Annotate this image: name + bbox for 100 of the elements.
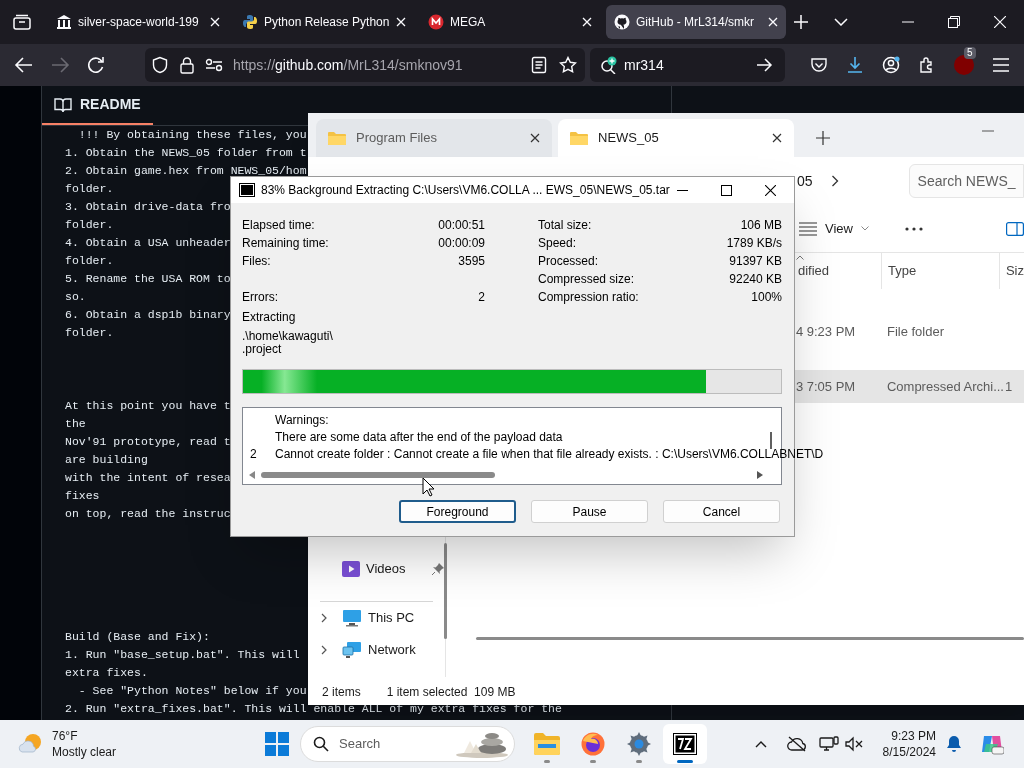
list-icon bbox=[799, 221, 817, 236]
browser-tab[interactable]: silver-space-world-199 bbox=[48, 5, 228, 39]
view-button[interactable]: View bbox=[799, 212, 869, 245]
status-text: 1 item selected 109 MB bbox=[386, 683, 516, 701]
weather-widget[interactable]: 76°F Mostly clear bbox=[0, 728, 240, 760]
readme-line: 4. Obtain a USA unheader bbox=[65, 235, 231, 251]
sidebar-item[interactable]: Videos bbox=[308, 553, 445, 585]
reader-view-icon[interactable] bbox=[531, 56, 547, 74]
weather-text: Mostly clear bbox=[52, 744, 116, 760]
python-icon bbox=[242, 14, 258, 30]
sidebar-item[interactable]: Network bbox=[308, 634, 445, 666]
log-text: There are some data after the end of the payload data bbox=[275, 428, 563, 446]
chevron-right-icon[interactable] bbox=[321, 645, 327, 655]
restore-icon[interactable] bbox=[948, 16, 960, 28]
close-icon[interactable] bbox=[530, 133, 540, 143]
column-header[interactable]: Type bbox=[880, 253, 999, 289]
path-text: .\home\kawaguti\ bbox=[242, 330, 334, 343]
stat-value: 92240 KB bbox=[729, 271, 782, 288]
dialog-button[interactable]: Pause bbox=[531, 500, 648, 523]
search-field[interactable]: Search NEWS_ bbox=[908, 164, 1024, 198]
readme-line: 6. Obtain a dsp1b binary bbox=[65, 307, 231, 323]
details-pane-icon[interactable] bbox=[1006, 221, 1024, 236]
readme-line: extra fixes. bbox=[65, 665, 148, 681]
tab-title: NEWS_05 bbox=[598, 129, 660, 148]
scrollbar-thumb[interactable] bbox=[475, 637, 1024, 640]
readme-line: 3. Obtain drive-data fro bbox=[65, 199, 231, 215]
row-number: 2 bbox=[250, 445, 257, 463]
scrollbar-thumb[interactable] bbox=[261, 472, 495, 478]
explorer-tab[interactable]: Program Files bbox=[316, 119, 552, 157]
table-cell-text: File folder bbox=[885, 322, 945, 341]
weather-icon bbox=[18, 732, 44, 756]
tab-title: Program Files bbox=[356, 129, 438, 148]
explorer-tab[interactable]: NEWS_05 bbox=[558, 119, 794, 157]
readme-line: folder. bbox=[65, 217, 114, 233]
pin-icon[interactable] bbox=[432, 563, 444, 575]
bookmark-star-icon[interactable] bbox=[559, 56, 577, 74]
status-text: Extracting bbox=[242, 309, 297, 326]
scroll-right-icon[interactable] bbox=[757, 471, 763, 479]
search-field[interactable]: mr314 bbox=[590, 48, 785, 82]
video-icon bbox=[342, 561, 360, 577]
chevron-right-icon[interactable] bbox=[321, 613, 327, 623]
close-icon[interactable] bbox=[772, 133, 782, 143]
readme-tab[interactable]: README bbox=[42, 86, 153, 125]
caret-icon bbox=[860, 226, 869, 231]
dialog-button[interactable]: Foreground bbox=[399, 500, 516, 523]
address-bar[interactable]: https://github.com/MrL314/smknov91 bbox=[145, 48, 585, 82]
running-indicator bbox=[636, 760, 642, 763]
taskbar-app[interactable] bbox=[663, 724, 707, 764]
table-cell-text: 3 7:05 PM bbox=[795, 377, 857, 396]
readme-line: fixes bbox=[65, 488, 100, 504]
folder-icon bbox=[328, 131, 346, 145]
browser-tab[interactable]: MEGA bbox=[420, 5, 600, 39]
sidebar-item[interactable]: This PC bbox=[308, 602, 445, 634]
download-icon[interactable] bbox=[846, 56, 864, 74]
search-field[interactable]: Search bbox=[300, 726, 515, 762]
stat-label: Remaining time: bbox=[242, 235, 329, 252]
readme-line: on top, read the instruc bbox=[65, 506, 231, 522]
browser-tab[interactable]: Python Release Python bbox=[234, 5, 414, 39]
stat-label: Files: bbox=[242, 253, 271, 270]
account-icon[interactable] bbox=[882, 56, 900, 74]
lock-icon[interactable] bbox=[179, 56, 195, 74]
sort-caret-icon[interactable] bbox=[795, 255, 804, 260]
gear-icon bbox=[627, 732, 651, 756]
speaker-muted-icon[interactable] bbox=[844, 736, 863, 752]
stat-value: 3595 bbox=[458, 253, 485, 270]
table-cell-text: 4 9:23 PM bbox=[795, 322, 857, 341]
scrollbar-thumb[interactable] bbox=[770, 432, 772, 449]
tab-list-icon[interactable] bbox=[13, 14, 31, 30]
scroll-left-icon[interactable] bbox=[249, 471, 255, 479]
menu-icon[interactable] bbox=[992, 58, 1010, 72]
stat-label: Compressed size: bbox=[538, 271, 635, 288]
go-arrow-icon[interactable] bbox=[757, 58, 773, 72]
log-text: Cannot create folder : Cannot create a file when that file already exists. : C:\Users\VM6.COLLABNET\D bbox=[275, 445, 824, 463]
browser-tab[interactable]: GitHub - MrL314/smkr bbox=[606, 5, 786, 39]
maximize-icon[interactable] bbox=[721, 184, 732, 196]
cloud-off-icon[interactable] bbox=[786, 736, 807, 752]
window-title: 83% Background Extracting C:\Users\VM6.COLLA ... EWS_05\NEWS_05.tar bbox=[261, 182, 670, 199]
tab-menu-icon[interactable] bbox=[834, 18, 848, 26]
column-header[interactable]: Siz bbox=[998, 253, 1024, 289]
pocket-icon[interactable] bbox=[810, 56, 828, 74]
bell-icon[interactable] bbox=[946, 735, 962, 753]
breadcrumb-item[interactable]: 05 bbox=[797, 170, 813, 192]
more-options-icon[interactable] bbox=[904, 226, 923, 231]
close-icon[interactable] bbox=[765, 184, 776, 196]
scrollbar-thumb[interactable] bbox=[443, 543, 447, 639]
chevron-up-icon[interactable] bbox=[754, 740, 767, 748]
tab-title: Python Release Python bbox=[264, 14, 390, 31]
stat-label: Processed: bbox=[538, 253, 599, 270]
monitor-icon[interactable] bbox=[818, 736, 839, 752]
column-header[interactable]: dified bbox=[795, 253, 881, 289]
dialog-button[interactable]: Cancel bbox=[663, 500, 780, 523]
permissions-icon[interactable] bbox=[205, 58, 223, 72]
start-icon[interactable] bbox=[265, 732, 289, 756]
clock[interactable]: 9:23 PM 8/15/2024 bbox=[882, 728, 936, 760]
file-explorer-icon bbox=[534, 732, 560, 756]
readme-line: !!! By obtaining these files, you bbox=[77, 127, 307, 143]
chevron-right-icon[interactable] bbox=[830, 175, 839, 187]
status-text: 2 items bbox=[322, 683, 361, 701]
shield-icon[interactable] bbox=[151, 56, 169, 74]
stat-label: Elapsed time: bbox=[242, 217, 315, 234]
